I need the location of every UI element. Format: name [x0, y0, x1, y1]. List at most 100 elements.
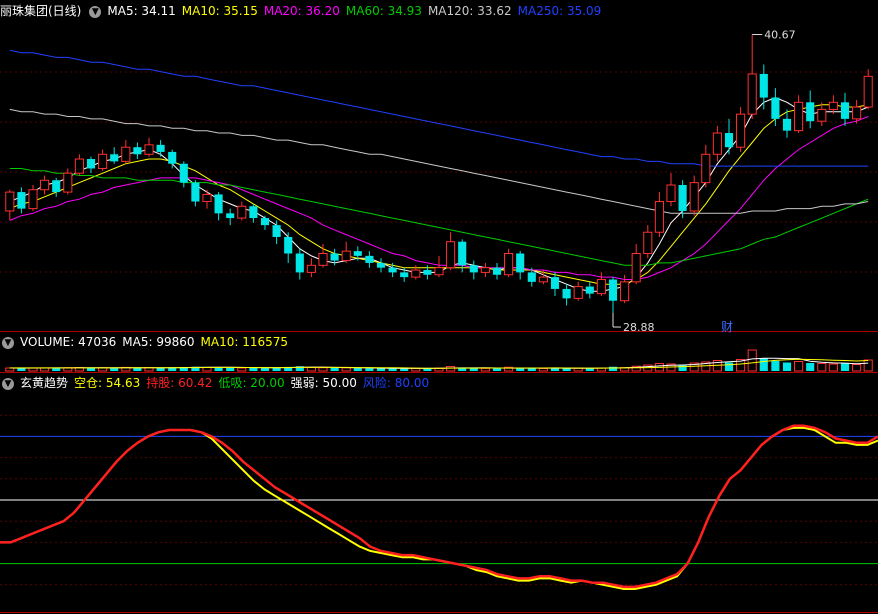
candle-up	[202, 193, 212, 203]
candle-up	[794, 101, 804, 132]
volume-bar	[202, 367, 212, 372]
candle-down	[168, 151, 177, 164]
indicator-label-1: 持股: 60.42	[146, 376, 213, 390]
candle-down	[388, 267, 397, 273]
indicator-label-2: 低吸: 20.00	[218, 376, 285, 390]
indicator-label-3: 强弱: 50.00	[290, 376, 357, 390]
candle-up	[736, 113, 746, 148]
volume-bar	[341, 367, 351, 372]
indicator-panel-header: ▼ 玄黄趋势 空仓: 54.63 持股: 60.42 低吸: 20.00 强弱: 50.0…	[0, 374, 441, 392]
volume-bar	[52, 368, 61, 371]
moving-average-lines	[9, 49, 869, 292]
candle-up	[5, 191, 15, 212]
volume-bar	[840, 363, 850, 371]
ma-label-3: MA60: 34.93	[345, 4, 422, 18]
candle-down	[469, 265, 478, 273]
candle-down	[608, 279, 618, 301]
volume-bar	[249, 367, 258, 371]
ma-label-1: MA10: 35.15	[181, 4, 258, 18]
volume-bar	[318, 367, 328, 372]
candle-up	[828, 101, 838, 110]
candle-up	[504, 252, 514, 276]
candle-down	[272, 225, 281, 237]
candle-down	[86, 159, 96, 169]
ma-label-0: MA5: 34.11	[107, 4, 176, 18]
candle-down	[585, 286, 594, 294]
candle-up	[74, 158, 84, 174]
indicator-legend: 空仓: 54.63 持股: 60.42 低吸: 20.00 强弱: 50.00 风险: …	[74, 376, 435, 390]
candle-up	[121, 146, 131, 162]
volume-bar	[469, 368, 478, 371]
volume-bar	[237, 367, 247, 372]
volume-bar	[156, 367, 165, 371]
candle-up	[40, 179, 50, 191]
indicator-line-1	[0, 424, 878, 589]
volume-bar	[133, 367, 142, 371]
ma-label-2: MA20: 36.20	[263, 4, 340, 18]
candle-down	[110, 154, 119, 162]
stock-chart: 40.67 28.88	[0, 29, 878, 613]
candle-down	[562, 288, 571, 299]
candle-down	[52, 180, 61, 193]
financial-report-marker[interactable]: 财	[721, 318, 733, 335]
volume-bar	[828, 363, 838, 372]
candle-up	[237, 205, 247, 219]
volume-bar	[446, 366, 456, 372]
volume-bar	[28, 367, 38, 372]
volume-bar	[110, 368, 119, 371]
volume-bar	[806, 363, 815, 371]
candle-up	[863, 75, 873, 108]
chevron-down-icon[interactable]: ▼	[2, 377, 14, 390]
volume-bar	[86, 368, 96, 371]
candle-down	[376, 262, 386, 268]
candle-down	[295, 253, 304, 273]
candle-up	[689, 182, 699, 212]
volume-bar	[771, 361, 780, 371]
candle-down	[516, 253, 525, 273]
candle-up	[666, 184, 676, 203]
candle-up	[701, 153, 711, 184]
candle-down	[782, 118, 792, 131]
volume-bar	[480, 367, 490, 372]
volume-bar	[226, 367, 235, 371]
volume-bars	[5, 349, 873, 372]
candle-up	[306, 264, 316, 273]
volume-bar	[817, 363, 827, 372]
indicator-label-0: 空仓: 54.63	[74, 376, 141, 390]
candle-up	[596, 278, 606, 295]
candle-down	[17, 192, 26, 209]
chevron-down-icon[interactable]: ▼	[2, 336, 14, 349]
candle-down	[400, 272, 409, 278]
candle-down	[249, 206, 258, 219]
volume-bar	[388, 368, 397, 371]
candle-down	[226, 213, 235, 219]
candle-down	[771, 97, 780, 119]
candle-up	[643, 231, 653, 254]
ma-label-4: MA120: 33.62	[427, 4, 512, 18]
volume-bar	[794, 361, 804, 372]
volume-bar	[852, 364, 862, 372]
candle-up	[631, 252, 641, 283]
candle-up	[98, 153, 108, 169]
candle-down	[550, 277, 560, 289]
candle-up	[654, 201, 664, 233]
volume-bar	[365, 368, 374, 371]
chevron-down-icon[interactable]: ▼	[89, 5, 102, 18]
candle-down	[214, 194, 223, 214]
volume-bar	[400, 368, 409, 371]
volume-bar	[17, 368, 26, 371]
candle-down	[365, 255, 374, 263]
candle-up	[538, 276, 548, 283]
indicator-title: 玄黄趋势	[20, 376, 69, 390]
candle-up	[620, 281, 630, 302]
candle-up	[712, 132, 722, 155]
ma-label-5: MA250: 35.09	[517, 4, 602, 18]
candle-down	[724, 133, 734, 148]
candle-down	[330, 253, 339, 261]
candle-down	[260, 218, 270, 226]
candle-up	[434, 267, 444, 276]
candle-up	[318, 252, 328, 266]
candle-up	[411, 269, 421, 278]
candle-down	[133, 147, 142, 155]
volume-bar	[759, 358, 768, 371]
